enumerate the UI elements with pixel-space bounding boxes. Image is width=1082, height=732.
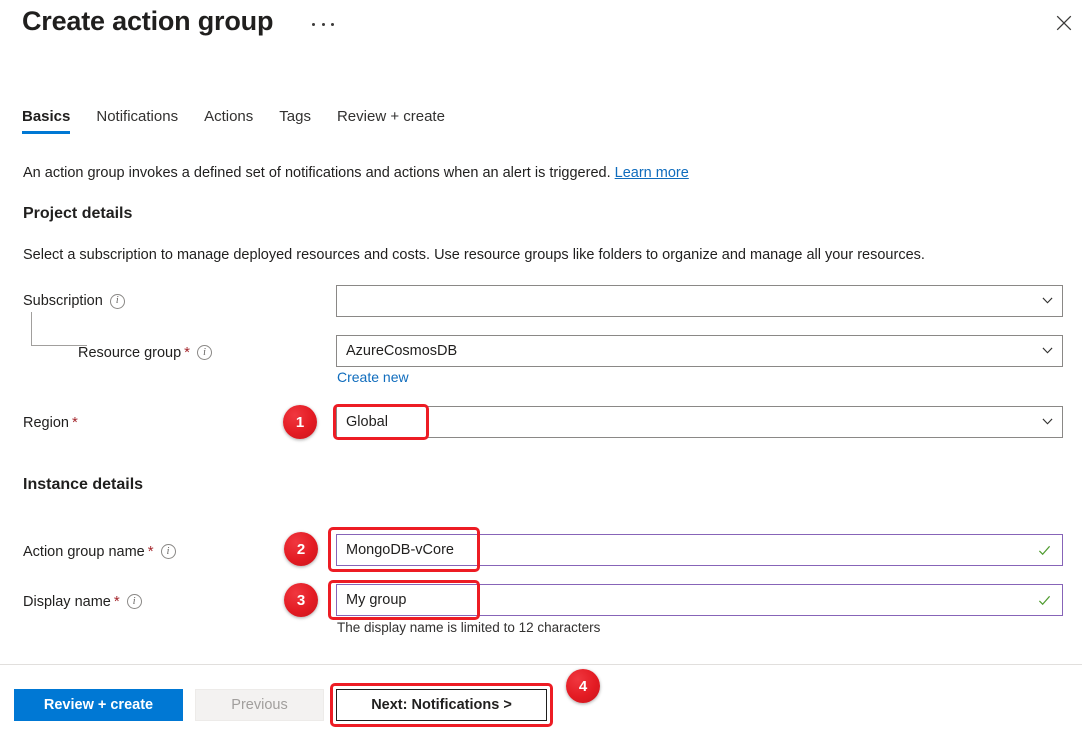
validation-check-icon: [1038, 594, 1051, 607]
action-group-name-label-text: Action group name: [23, 544, 145, 560]
region-label: Region *: [23, 414, 78, 431]
action-group-name-label: Action group name * i: [23, 543, 176, 560]
tab-basics[interactable]: Basics: [22, 108, 83, 134]
review-create-button[interactable]: Review + create: [14, 689, 183, 721]
region-value: Global: [346, 414, 388, 430]
footer-divider: [0, 664, 1082, 665]
subscription-dropdown[interactable]: [336, 285, 1063, 317]
validation-check-icon: [1038, 544, 1051, 557]
tab-basics-label: Basics: [22, 108, 70, 125]
instance-details-heading: Instance details: [23, 476, 143, 494]
display-name-value: My group: [346, 592, 406, 608]
chevron-down-icon[interactable]: [1042, 416, 1053, 427]
subscription-label: Subscription i: [23, 293, 125, 309]
tab-tags-label: Tags: [279, 108, 311, 125]
chevron-down-icon[interactable]: [1042, 295, 1053, 306]
intro-copy: An action group invokes a defined set of…: [23, 165, 611, 181]
chevron-down-icon[interactable]: [1042, 345, 1053, 356]
resource-group-label: Resource group * i: [78, 344, 212, 361]
dialog-header: Create action group: [0, 0, 1082, 52]
annotation-badge-2: 2: [284, 532, 318, 566]
page-title: Create action group: [22, 6, 273, 37]
subscription-info-icon[interactable]: i: [110, 294, 125, 309]
subscription-label-text: Subscription: [23, 293, 103, 309]
ellipsis-dot: [331, 23, 334, 26]
tab-notifications[interactable]: Notifications: [83, 108, 191, 134]
action-group-name-input[interactable]: MongoDB-vCore: [336, 534, 1063, 566]
region-label-text: Region: [23, 415, 69, 431]
close-glyph: [1056, 15, 1072, 31]
required-asterisk: *: [148, 543, 154, 560]
previous-button: Previous: [195, 689, 324, 721]
intro-text: An action group invokes a defined set of…: [23, 165, 689, 181]
action-group-name-value: MongoDB-vCore: [346, 542, 454, 558]
next-button[interactable]: Next: Notifications >: [336, 689, 547, 721]
annotation-badge-1: 1: [283, 405, 317, 439]
annotation-badge-4: 4: [566, 669, 600, 703]
tab-bar: Basics Notifications Actions Tags Review…: [22, 108, 458, 134]
region-dropdown[interactable]: Global: [336, 406, 1063, 438]
display-name-label-text: Display name: [23, 594, 111, 610]
tab-review-create-label: Review + create: [337, 108, 445, 125]
required-asterisk: *: [72, 414, 78, 431]
tab-notifications-label: Notifications: [96, 108, 178, 125]
project-details-description: Select a subscription to manage deployed…: [23, 247, 925, 263]
tab-review-create[interactable]: Review + create: [324, 108, 458, 134]
close-icon[interactable]: [1048, 8, 1080, 38]
tab-actions-label: Actions: [204, 108, 253, 125]
tab-tags[interactable]: Tags: [266, 108, 324, 134]
ellipsis-dot: [322, 23, 325, 26]
tab-actions[interactable]: Actions: [191, 108, 266, 134]
display-name-label: Display name * i: [23, 593, 142, 610]
resource-group-value: AzureCosmosDB: [346, 343, 457, 359]
annotation-badge-3: 3: [284, 583, 318, 617]
ellipsis-dot: [312, 23, 315, 26]
more-options-icon[interactable]: [310, 12, 336, 36]
action-group-name-info-icon[interactable]: i: [161, 544, 176, 559]
create-new-resource-group-link[interactable]: Create new: [337, 369, 409, 385]
required-asterisk: *: [114, 593, 120, 610]
resource-group-label-text: Resource group: [78, 345, 181, 361]
required-asterisk: *: [184, 344, 190, 361]
subscription-resourcegroup-connector: [31, 312, 87, 346]
project-details-heading: Project details: [23, 205, 132, 223]
display-name-hint: The display name is limited to 12 charac…: [337, 620, 600, 635]
resource-group-dropdown[interactable]: AzureCosmosDB: [336, 335, 1063, 367]
tab-active-indicator: [22, 131, 70, 134]
display-name-info-icon[interactable]: i: [127, 594, 142, 609]
resource-group-info-icon[interactable]: i: [197, 345, 212, 360]
learn-more-link[interactable]: Learn more: [615, 165, 689, 181]
display-name-input[interactable]: My group: [336, 584, 1063, 616]
